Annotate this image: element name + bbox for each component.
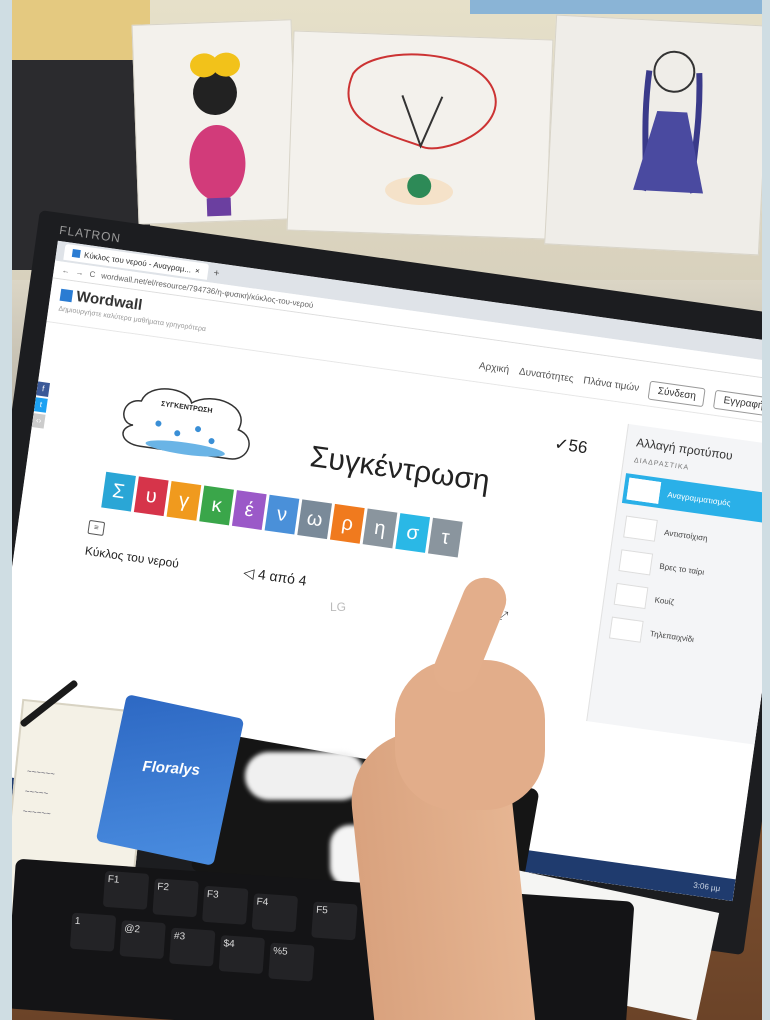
- tissue-brand: Floralys: [141, 758, 201, 779]
- new-tab-icon[interactable]: +: [213, 267, 220, 279]
- template-label: Αντιστοίχιση: [663, 527, 709, 543]
- login-button[interactable]: Σύνδεση: [647, 380, 707, 408]
- activity-title: Κύκλος του νερού: [84, 543, 180, 571]
- template-label: Αναγραμματισμός: [666, 489, 732, 508]
- wordwall-logo-icon: [59, 288, 74, 302]
- letter-tile[interactable]: ν: [264, 494, 300, 535]
- template-label: Κουίζ: [654, 594, 675, 607]
- forward-icon[interactable]: →: [75, 268, 84, 278]
- template-thumbnail: [618, 549, 654, 576]
- template-anagram[interactable]: Αναγραμματισμός: [621, 473, 770, 525]
- menu-icon[interactable]: ≡: [87, 519, 106, 536]
- close-icon[interactable]: ×: [195, 266, 201, 276]
- template-thumbnail: [626, 477, 662, 504]
- target-word: Συγκέντρωση: [308, 440, 492, 499]
- facebook-share-icon[interactable]: f: [36, 381, 51, 397]
- nav-features[interactable]: Δυνατότητες: [518, 366, 574, 385]
- back-icon[interactable]: ←: [61, 266, 70, 276]
- keyboard-key[interactable]: 1: [69, 912, 117, 952]
- share-icon[interactable]: ‹›: [31, 413, 46, 429]
- keyboard-key[interactable]: #3: [169, 927, 216, 967]
- lg-logo: LG: [330, 600, 347, 614]
- template-label: Τηλεπαιχνίδι: [649, 628, 695, 644]
- template-thumbnail: [608, 616, 644, 643]
- blue-strip: [470, 0, 770, 14]
- twitter-share-icon[interactable]: t: [33, 397, 48, 413]
- wordwall-favicon-icon: [71, 248, 81, 258]
- keyboard-key[interactable]: F5: [311, 901, 358, 941]
- keyboard-key[interactable]: F1: [102, 870, 150, 910]
- photo-scene: FLATRON Κύκλος του νερού - Αναγραμ... × …: [0, 0, 770, 1020]
- letter-tile[interactable]: τ: [427, 517, 463, 558]
- pager[interactable]: ◁ 4 από 4: [242, 564, 308, 590]
- letter-tile[interactable]: ρ: [329, 503, 365, 544]
- nav-home[interactable]: Αρχική: [478, 361, 510, 376]
- keyboard-key[interactable]: %5: [268, 942, 315, 982]
- nav-pricing[interactable]: Πλάνα τιμών: [583, 375, 640, 394]
- keyboard-key[interactable]: @2: [119, 920, 166, 960]
- search-icon[interactable]: ⚲: [4, 782, 12, 794]
- letter-tile[interactable]: υ: [133, 476, 169, 517]
- cloud-image: ΣΥΓΚΕΝΤΡΩΣΗ: [108, 373, 269, 483]
- reload-icon[interactable]: C: [89, 270, 96, 280]
- princess-drawing-icon: [633, 50, 704, 194]
- minnie-drawing-icon: [189, 52, 246, 217]
- template-thumbnail: [613, 582, 649, 610]
- template-thumbnail: [623, 515, 658, 542]
- letter-tile[interactable]: ω: [297, 499, 332, 540]
- template-gameshow[interactable]: Τηλεπαιχνίδι: [608, 616, 760, 660]
- child-drawing-girl: [286, 30, 554, 240]
- letter-tile[interactable]: Σ: [101, 471, 136, 512]
- keyboard-key[interactable]: F3: [202, 885, 249, 925]
- letter-tile[interactable]: κ: [199, 485, 234, 526]
- girl-drawing-icon: [347, 53, 497, 206]
- keyboard-key[interactable]: F4: [251, 893, 299, 933]
- score-counter: ✓56: [553, 433, 589, 458]
- keyboard-key[interactable]: F2: [152, 878, 199, 918]
- taskbar-clock: 3:06 μμ: [692, 880, 721, 893]
- rain-cloud-icon: [122, 388, 250, 460]
- signup-button[interactable]: Εγγραφή: [713, 389, 770, 417]
- keyboard-key[interactable]: $4: [218, 935, 266, 975]
- blurred-area: [245, 752, 365, 800]
- child-drawing-minnie: [131, 19, 299, 225]
- child-drawing-princess: [544, 14, 770, 256]
- letter-tile[interactable]: σ: [395, 513, 431, 553]
- template-sidebar: Αλλαγή προτύπου ΔΙΑΔΡΑΣΤΙΚΑ Αναγραμματισ…: [586, 423, 770, 745]
- letter-tile[interactable]: η: [362, 508, 398, 549]
- letter-tile[interactable]: γ: [166, 480, 202, 521]
- share-bar: f t ‹›: [31, 381, 51, 429]
- letter-tile[interactable]: έ: [231, 490, 267, 530]
- template-label: Βρες το ταίρι: [658, 561, 705, 577]
